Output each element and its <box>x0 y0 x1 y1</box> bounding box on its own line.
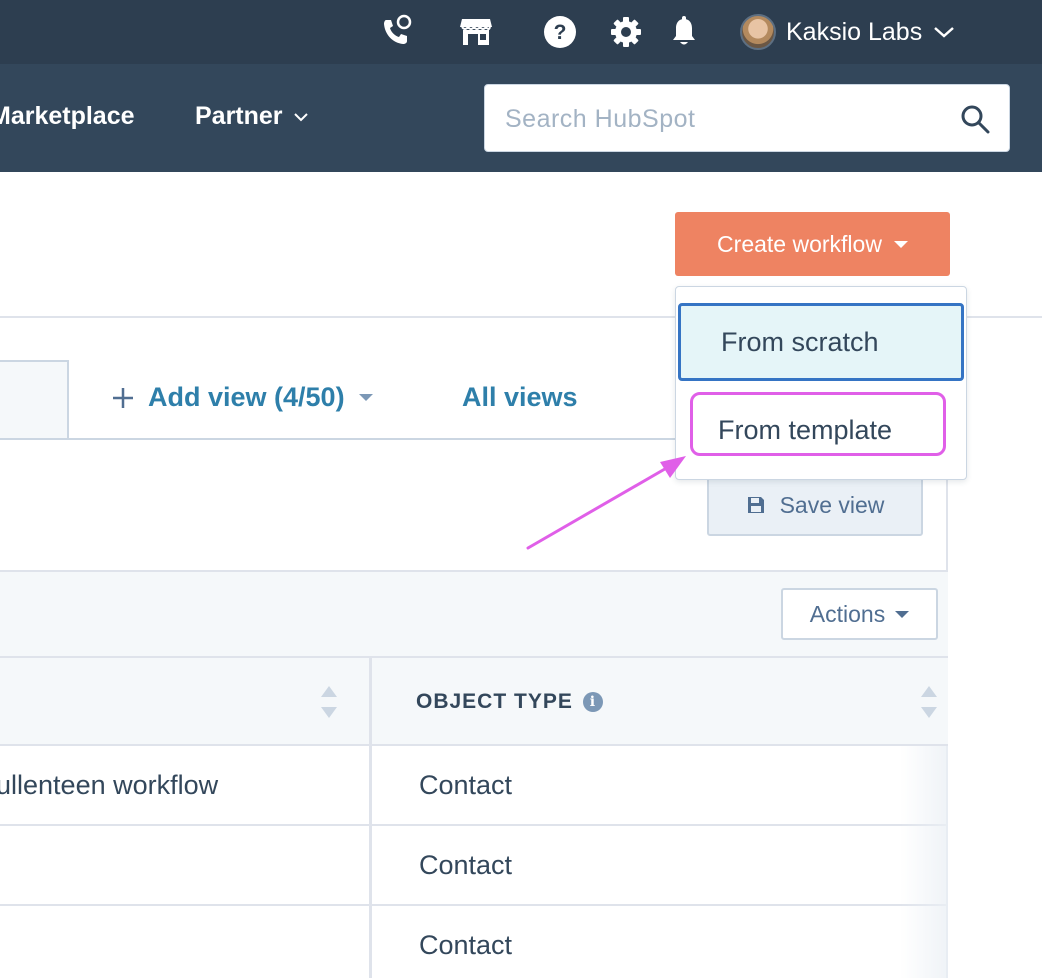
caret-down-icon <box>895 610 910 618</box>
actions-label: Actions <box>809 600 886 627</box>
caret-down-icon <box>893 240 908 248</box>
actions-button[interactable]: Actions <box>781 588 938 640</box>
object-type-cell: Contact <box>419 850 513 880</box>
svg-text:?: ? <box>554 21 567 44</box>
settings-icon[interactable] <box>608 14 644 50</box>
account-menu[interactable]: Kaksio Labs <box>740 12 956 52</box>
table-toolbar: Actions <box>0 570 948 658</box>
save-view-label: Save view <box>779 491 885 518</box>
table-row[interactable]: Contact <box>0 826 948 906</box>
help-icon[interactable]: ? <box>542 14 578 50</box>
chevron-down-icon <box>293 112 308 121</box>
table-row[interactable]: ullenteen workflow Contact <box>0 746 948 826</box>
marketplace-icon[interactable] <box>458 14 494 50</box>
nav-marketplace[interactable]: Marketplace <box>0 102 135 131</box>
add-view-label: Add view (4/50) <box>148 382 345 412</box>
caret-down-icon <box>358 394 373 401</box>
create-workflow-label: Create workflow <box>717 230 882 257</box>
plus-icon <box>113 387 133 408</box>
search-box <box>484 84 1010 152</box>
save-icon <box>747 497 764 513</box>
table-row[interactable]: Contact <box>0 906 948 978</box>
create-workflow-button[interactable]: Create workflow <box>675 212 950 276</box>
column-header-object-type[interactable]: OBJECT TYPE i <box>416 690 603 714</box>
table-header: OBJECT TYPE i <box>0 658 948 746</box>
search-input[interactable] <box>505 103 945 135</box>
column-divider <box>369 658 372 978</box>
column-header-label: OBJECT TYPE <box>416 690 573 713</box>
sort-icon[interactable] <box>921 686 937 718</box>
view-tab[interactable] <box>0 360 69 440</box>
main-nav-bar: Marketplace Partner <box>0 64 1042 172</box>
scroll-fade <box>900 746 948 978</box>
annotation-highlight <box>690 392 946 456</box>
sort-icon[interactable] <box>321 686 337 718</box>
avatar <box>740 14 776 50</box>
account-name: Kaksio Labs <box>786 17 923 46</box>
calling-icon[interactable] <box>378 14 414 50</box>
annotation-arrow-icon <box>526 456 686 550</box>
info-icon[interactable]: i <box>582 692 603 712</box>
notifications-icon[interactable] <box>666 14 702 50</box>
nav-partner[interactable]: Partner <box>195 102 309 131</box>
object-type-cell: Contact <box>419 770 513 800</box>
menu-item-label: From scratch <box>721 326 879 357</box>
all-views-link[interactable]: All views <box>462 382 578 413</box>
object-type-cell: Contact <box>419 930 513 960</box>
chevron-down-icon <box>934 27 955 38</box>
top-utility-bar: ? Kaksio Labs <box>0 0 1042 64</box>
nav-partner-label: Partner <box>195 102 283 130</box>
workflow-name-cell[interactable]: ullenteen workflow <box>0 770 218 801</box>
search-icon[interactable] <box>959 103 991 135</box>
add-view-button[interactable]: Add view (4/50) <box>112 382 373 413</box>
menu-item-from-scratch[interactable]: From scratch <box>678 303 964 381</box>
nav-marketplace-label: Marketplace <box>0 102 135 130</box>
save-view-button[interactable]: Save view <box>707 474 923 536</box>
